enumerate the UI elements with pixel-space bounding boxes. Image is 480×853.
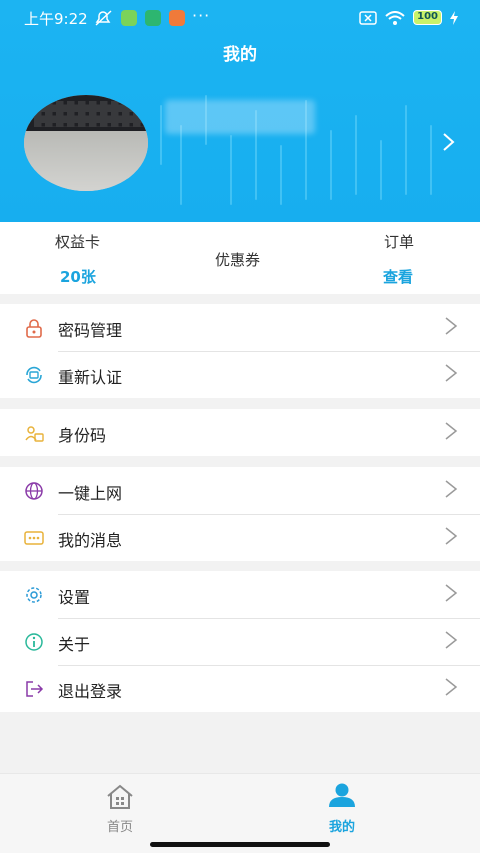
order-label: 订单: [384, 233, 415, 251]
tab-home-label: 首页: [106, 820, 133, 835]
sim-off-icon: [359, 10, 377, 25]
refresh-id-icon: [26, 366, 42, 384]
chevron-right-icon: [445, 480, 458, 498]
menu-item-id-code[interactable]: 身份码: [0, 409, 480, 456]
charging-icon: [450, 10, 458, 25]
menu-group-identity: 身份码: [0, 409, 480, 456]
battery-indicator: 100: [413, 10, 442, 25]
chevron-right-icon: [445, 317, 458, 335]
globe-icon: [25, 482, 43, 500]
chevron-right-icon: [445, 422, 458, 440]
menu-label: 关于: [58, 635, 91, 654]
page-title: 我的: [223, 45, 257, 65]
shield-app-icon: [145, 10, 161, 26]
menu-group-account: 密码管理 重新认证: [0, 304, 480, 398]
menu-item-logout[interactable]: 退出登录: [0, 665, 480, 712]
home-indicator: [150, 842, 330, 847]
menu-item-messages[interactable]: 我的消息: [0, 514, 480, 561]
menu-label: 身份码: [58, 426, 107, 445]
status-time: 上午9:22: [24, 10, 88, 28]
card-label: 权益卡: [55, 233, 101, 251]
stats-row: 权益卡 20张 优惠券 订单 查看: [0, 222, 480, 294]
more-notifications-icon: ···: [192, 6, 211, 25]
chevron-right-icon: [445, 631, 458, 649]
lock-icon: [26, 319, 42, 338]
menu-item-password[interactable]: 密码管理: [0, 304, 480, 351]
info-icon: [25, 633, 43, 651]
avatar[interactable]: [24, 95, 148, 191]
menu-label: 密码管理: [58, 321, 123, 340]
menu-item-online[interactable]: 一键上网: [0, 467, 480, 514]
menu-item-settings[interactable]: 设置: [0, 571, 480, 618]
menu-label: 我的消息: [58, 531, 123, 550]
muted-notification-icon: [95, 10, 112, 26]
order-value: 查看: [383, 268, 414, 286]
shopping-app-icon: [169, 10, 185, 26]
coupon-label: 优惠券: [215, 251, 261, 269]
app-notification-icon: [121, 10, 137, 26]
message-icon: [24, 531, 44, 545]
menu-item-about[interactable]: 关于: [0, 618, 480, 665]
tab-mine-label: 我的: [328, 820, 355, 835]
menu-group-system: 设置 关于 退出登录: [0, 571, 480, 712]
menu-label: 设置: [58, 588, 91, 607]
chevron-right-icon: [445, 527, 458, 545]
id-card-icon: [25, 426, 44, 442]
wifi-icon: [385, 10, 405, 25]
home-icon: [107, 784, 133, 809]
profile-chevron-right-icon[interactable]: [442, 132, 456, 152]
menu-label: 退出登录: [58, 682, 123, 701]
bottom-tab-bar: 首页 我的: [0, 773, 480, 853]
menu-label: 一键上网: [58, 484, 123, 503]
chevron-right-icon: [445, 364, 458, 382]
card-value: 20张: [60, 268, 96, 286]
chevron-right-icon: [445, 678, 458, 696]
menu-label: 重新认证: [58, 368, 123, 387]
menu-group-network: 一键上网 我的消息: [0, 467, 480, 561]
menu-item-reauth[interactable]: 重新认证: [0, 351, 480, 398]
user-icon: [329, 783, 355, 807]
gear-icon: [26, 587, 42, 603]
logout-icon: [26, 681, 44, 697]
chevron-right-icon: [445, 584, 458, 602]
user-name-redacted: [165, 100, 315, 134]
status-bar: 上午9:22 ··· 100: [0, 0, 480, 36]
